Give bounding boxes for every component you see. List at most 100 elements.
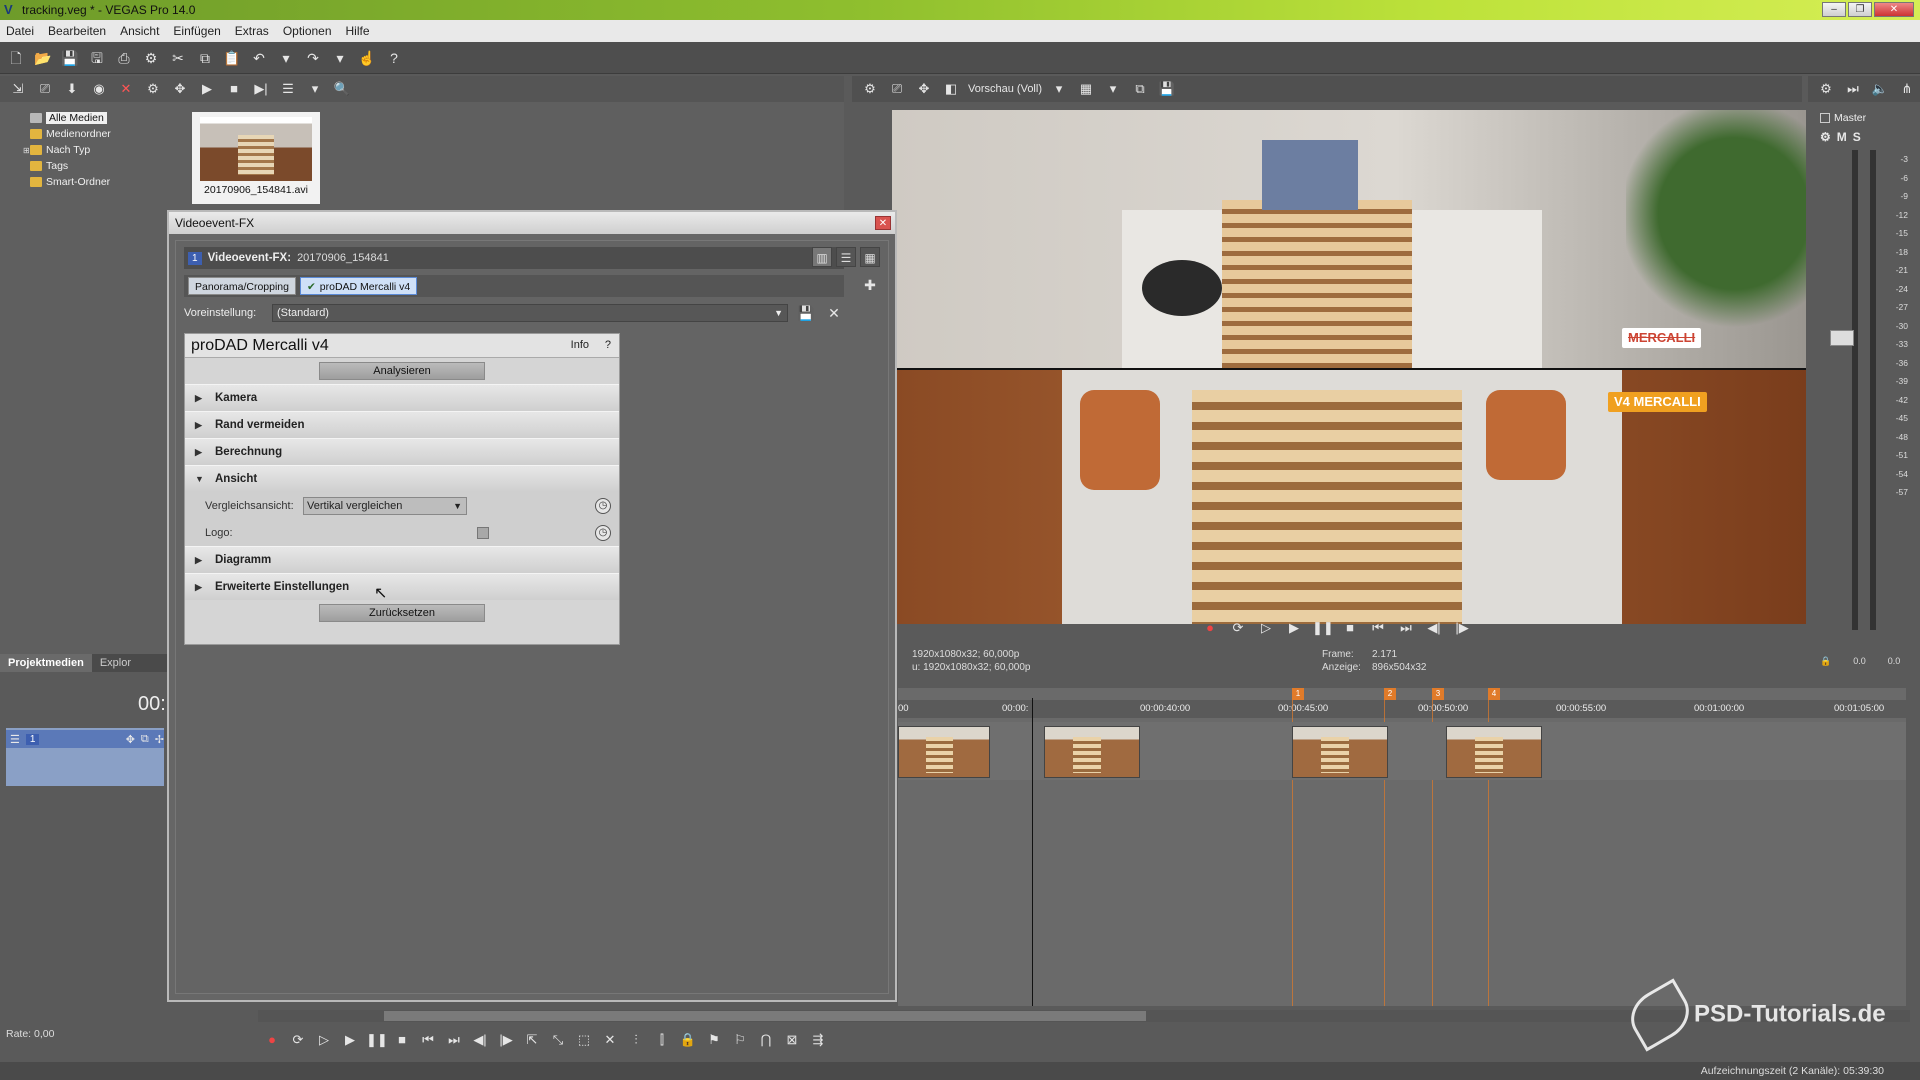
get-media-icon[interactable]: ⬇: [62, 79, 82, 99]
play-icon[interactable]: ▶: [197, 79, 217, 99]
view-list-icon[interactable]: ▥: [812, 247, 832, 267]
copy-snapshot-icon[interactable]: ⧉: [1130, 79, 1150, 99]
loop-icon[interactable]: ⟳: [1228, 618, 1248, 638]
play-icon[interactable]: ▶: [340, 1030, 360, 1050]
compare-view-select[interactable]: Vertikal vergleichen ▼: [303, 496, 467, 515]
preview-quality-dropdown[interactable]: Vorschau (Voll): [968, 79, 1042, 99]
mercalli-info-link[interactable]: Info: [571, 339, 589, 351]
go-to-end-icon[interactable]: ⏭: [444, 1030, 464, 1050]
preview-properties-icon[interactable]: ⚙: [860, 79, 880, 99]
master-solo-button[interactable]: S: [1853, 130, 1861, 144]
playhead-cursor[interactable]: [1032, 698, 1033, 1006]
stop-icon[interactable]: ■: [224, 79, 244, 99]
section-ansicht[interactable]: ▼ Ansicht: [185, 465, 619, 492]
save-icon[interactable]: 💾: [60, 48, 80, 68]
undo-dropdown-icon[interactable]: ▾: [276, 48, 296, 68]
menu-ansicht[interactable]: Ansicht: [120, 24, 159, 38]
logo-checkbox[interactable]: [477, 526, 489, 539]
video-clip[interactable]: [1446, 726, 1542, 778]
normal-edit-tool-icon[interactable]: ⇱: [522, 1030, 542, 1050]
play-from-start-icon[interactable]: ▷: [1256, 618, 1276, 638]
track-composite-icon[interactable]: ⧉: [141, 733, 149, 746]
menu-datei[interactable]: Datei: [6, 24, 34, 38]
mercalli-help-link[interactable]: ?: [605, 339, 611, 351]
media-pan-icon[interactable]: ✥: [170, 79, 190, 99]
preset-select[interactable]: (Standard) ▼: [272, 304, 788, 322]
expand-icon[interactable]: ⊞: [23, 146, 30, 155]
play-icon[interactable]: ▶: [1284, 618, 1304, 638]
pause-icon[interactable]: ❚❚: [1312, 618, 1334, 638]
track-motion-icon[interactable]: ✢: [155, 733, 164, 746]
new-file-icon[interactable]: 🗋: [6, 48, 26, 68]
master-volume-fader[interactable]: [1830, 330, 1854, 346]
section-erweiterte-einstellungen[interactable]: ▶ Erweiterte Einstellungen: [185, 573, 619, 600]
redo-icon[interactable]: ↷: [303, 48, 323, 68]
section-kamera[interactable]: ▶ Kamera: [185, 384, 619, 411]
go-to-end-icon[interactable]: ⏭: [1396, 618, 1416, 638]
preview-fx-icon[interactable]: ✥: [914, 79, 934, 99]
burn-disc-icon[interactable]: ◉: [89, 79, 109, 99]
timeline-marker[interactable]: 4: [1488, 688, 1500, 700]
menu-hilfe[interactable]: Hilfe: [346, 24, 370, 38]
view-mode-icon[interactable]: ☰: [278, 79, 298, 99]
redo-dropdown-icon[interactable]: ▾: [330, 48, 350, 68]
minimize-button[interactable]: ‒: [1822, 2, 1846, 17]
dialog-close-button[interactable]: ✕: [875, 216, 891, 230]
go-to-start-icon[interactable]: ⏮: [1368, 618, 1388, 638]
render-icon[interactable]: ⎙: [114, 48, 134, 68]
snap-icon[interactable]: ⋂: [756, 1030, 776, 1050]
tree-item-alle-medien[interactable]: Alle Medien: [30, 110, 111, 126]
record-icon[interactable]: ●: [1200, 618, 1220, 638]
save-preset-icon[interactable]: 💾: [796, 303, 816, 323]
master-downmix-icon[interactable]: ⏭: [1843, 79, 1863, 99]
tree-item-tags[interactable]: Tags: [30, 158, 111, 174]
prev-frame-icon[interactable]: ◀|: [470, 1030, 490, 1050]
timeline[interactable]: 00 00:00: 00:00:40:00 00:00:45:00 00:00:…: [898, 688, 1906, 1006]
open-folder-icon[interactable]: 📂: [33, 48, 53, 68]
tree-item-smart-ordner[interactable]: Smart-Ordner: [30, 174, 111, 190]
close-window-button[interactable]: ✕: [1874, 2, 1914, 17]
reset-button[interactable]: Zurücksetzen: [319, 604, 485, 622]
stop-icon[interactable]: ■: [392, 1030, 412, 1050]
media-fx-icon[interactable]: ⚙: [143, 79, 163, 99]
timeline-ruler[interactable]: 00 00:00: 00:00:40:00 00:00:45:00 00:00:…: [898, 700, 1906, 718]
quality-dropdown-icon[interactable]: ▾: [1049, 79, 1069, 99]
envelope-tool-icon[interactable]: ⤡: [548, 1030, 568, 1050]
media-thumbnail[interactable]: 20170906_154841.avi: [192, 112, 320, 204]
video-clip[interactable]: [1044, 726, 1140, 778]
view-details-icon[interactable]: ☰: [836, 247, 856, 267]
timeline-marker[interactable]: 2: [1384, 688, 1396, 700]
marker-icon[interactable]: ⚑: [704, 1030, 724, 1050]
fx-chip-panorama-cropping[interactable]: Panorama/Cropping: [188, 277, 296, 295]
keyframe-clock-icon[interactable]: ◷: [595, 524, 611, 541]
menu-extras[interactable]: Extras: [235, 24, 269, 38]
maximize-button[interactable]: ❐: [1848, 2, 1872, 17]
section-rand-vermeiden[interactable]: ▶ Rand vermeiden: [185, 411, 619, 438]
whats-this-help-icon[interactable]: ?: [384, 48, 404, 68]
region-icon[interactable]: ⚐: [730, 1030, 750, 1050]
tab-projektmedien[interactable]: Projektmedien: [0, 654, 92, 672]
stop-icon[interactable]: ■: [1340, 618, 1360, 638]
keyframe-clock-icon[interactable]: ◷: [595, 497, 611, 514]
cut-icon[interactable]: ✂: [168, 48, 188, 68]
external-monitor-icon[interactable]: ⎚: [887, 79, 907, 99]
save-snapshot-icon[interactable]: 💾: [1157, 79, 1177, 99]
record-icon[interactable]: ●: [262, 1030, 282, 1050]
checkmark-icon[interactable]: ✔: [307, 281, 316, 293]
split-icon[interactable]: ⫿: [652, 1030, 672, 1050]
copy-icon[interactable]: ⧉: [195, 48, 215, 68]
track-header[interactable]: ☰ 1 ✥ ⧉ ✢: [6, 728, 164, 786]
section-diagramm[interactable]: ▶ Diagramm: [185, 546, 619, 573]
tree-item-nach-typ[interactable]: ⊞ Nach Typ: [23, 142, 111, 158]
scrollbar-thumb[interactable]: [384, 1011, 1146, 1021]
menu-bearbeiten[interactable]: Bearbeiten: [48, 24, 106, 38]
paste-icon[interactable]: 📋: [222, 48, 242, 68]
video-clip[interactable]: [1292, 726, 1388, 778]
lock-icon[interactable]: 🔒: [678, 1030, 698, 1050]
hand-pointer-icon[interactable]: ☝: [357, 48, 377, 68]
import-media-icon[interactable]: ⇲: [8, 79, 28, 99]
view-dropdown-icon[interactable]: ▾: [305, 79, 325, 99]
delete-preset-icon[interactable]: ✕: [824, 303, 844, 323]
capture-icon[interactable]: ⎚: [35, 79, 55, 99]
auto-ripple-icon[interactable]: ⇶: [808, 1030, 828, 1050]
